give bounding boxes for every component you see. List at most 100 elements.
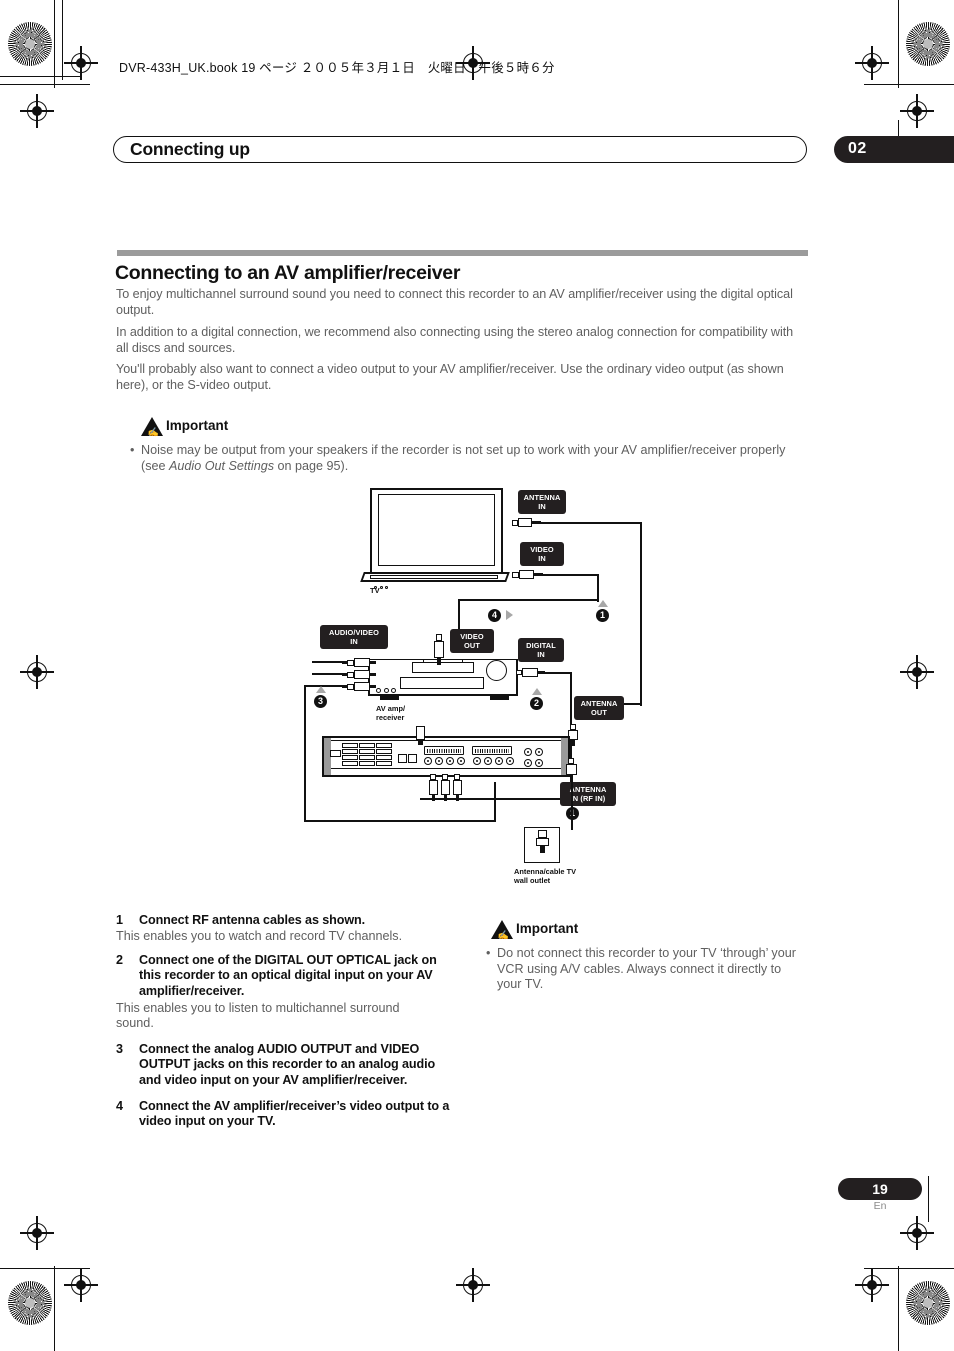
recorder-rca-1 [424, 757, 432, 765]
registration-starburst-top-right [906, 22, 950, 66]
cable-antenna-tv-vert [639, 521, 642, 706]
recorder-rca-5 [473, 757, 481, 765]
connection-diagram: TV ANTENNA IN VIDEO IN 4 1 AUDIO/VIDEO I… [290, 482, 680, 892]
step-4-title: Connect the AV amplifier/receiver’s vide… [139, 1099, 450, 1129]
important-text-top-suffix: on page 95). [274, 458, 349, 473]
registration-mark-low-left [20, 1216, 54, 1250]
crop-mark-tl-v2 [62, 0, 64, 80]
label-audio-video-in: AUDIO/VIDEO IN [320, 625, 388, 650]
cable-av-bundle-bottom [304, 820, 496, 823]
step-2-title: Connect one of the DIGITAL OUT OPTICAL j… [139, 953, 437, 998]
step-1-desc: This enables you to watch and record TV … [116, 929, 403, 943]
step-2-desc: This enables you to listen to multichann… [116, 1001, 400, 1031]
section-rule [117, 250, 808, 256]
step-3-title: Connect the analog AUDIO OUTPUT and VIDE… [139, 1042, 436, 1087]
important-text-bottom: Do not connect this recorder to your TV … [497, 946, 796, 992]
av-amplifier-label: AV amp/ receiver [376, 704, 405, 722]
important-text-top-italic: Audio Out Settings [169, 458, 275, 473]
wall-outlet-label-line2: wall outlet [514, 876, 551, 886]
chapter-title: Connecting up [130, 139, 250, 159]
av-amplifier-foot-left [380, 696, 399, 700]
recorder-aux-jacks [398, 754, 418, 764]
label-video-out: VIDEO OUT [450, 629, 494, 654]
cable-video-tv-run [458, 599, 599, 602]
intro-paragraph-1: To enjoy multichannel surround sound you… [116, 287, 793, 317]
registration-mark-mid-left [20, 94, 54, 128]
recorder-rca-6 [484, 757, 492, 765]
callout-3-arrow [316, 686, 326, 693]
crop-mark-tl-h2 [0, 76, 82, 78]
cable-video-tv-vert [596, 573, 599, 602]
wall-outlet-label-line1: Antenna/cable TV [514, 867, 577, 876]
page-number: 19 [872, 1180, 888, 1197]
callout-1-top-arrow [598, 600, 608, 607]
page-title: Connecting to an AV amplifier/receiver [115, 262, 461, 284]
registration-starburst-bottom-left [8, 1281, 52, 1325]
important-bullet-dot-bottom: • [486, 946, 491, 960]
step-1-number: 1 [116, 913, 124, 927]
step-2-number: 2 [116, 953, 124, 967]
cable-optical-h [540, 671, 572, 674]
registration-mark-center-right [900, 655, 934, 689]
scart-connector-2 [472, 746, 512, 755]
recorder-vent-grille [342, 743, 394, 766]
registration-mark-mid-right [900, 94, 934, 128]
registration-starburst-top-left [8, 22, 52, 66]
cable-av-bundle-h2 [312, 673, 344, 676]
recorder-rca-2 [435, 757, 443, 765]
tv-screen [378, 494, 495, 566]
chapter-number-tab: 02 [834, 136, 954, 163]
step-3-number: 3 [116, 1042, 124, 1056]
important-heading-top: Important [166, 418, 229, 433]
recorder-rca-8 [506, 757, 514, 765]
av-amplifier-display [412, 662, 474, 673]
crop-mark-br-h [864, 1268, 954, 1270]
intro-paragraph-2: In addition to a digital connection, we … [116, 325, 794, 355]
crop-mark-tr-v [898, 0, 900, 88]
callout-4: 4 [488, 609, 501, 622]
label-antenna-out: ANTENNA OUT [574, 696, 624, 721]
tv-label: TV [370, 586, 380, 595]
chapter-number-label: 02 [848, 140, 867, 157]
manual-page: DVR-433H_UK.book 19 ページ ２００５年３月１日 火曜日 午後… [0, 0, 954, 1351]
book-file-line: DVR-433H_UK.book 19 ページ ２００５年３月１日 火曜日 午後… [119, 61, 555, 75]
intro-paragraph-3: You'll probably also want to connect a v… [116, 362, 784, 392]
warning-hand-glyph-bottom: ✍ [497, 930, 509, 940]
cable-av-bundle-vert [304, 685, 307, 822]
tv-indicator-leds [374, 576, 396, 589]
cable-video-tv-horiz [541, 573, 599, 576]
recorder-rca-9 [524, 748, 532, 756]
callout-2: 2 [530, 697, 543, 710]
wall-outlet-label: Antenna/cable TV wall outlet [514, 867, 634, 886]
recorder-rca-4 [457, 757, 465, 765]
registration-mark-bottom-left [64, 1268, 98, 1302]
av-amplifier-label-line2: receiver [376, 713, 405, 722]
crop-mark-tl-v [54, 0, 56, 88]
cable-av-bundle-up [494, 782, 497, 822]
step-1-title: Connect RF antenna cables as shown. [139, 913, 366, 927]
cable-antenna-tv [539, 521, 642, 524]
important-heading-bottom: Important [516, 921, 579, 936]
recorder-rca-11 [524, 759, 532, 767]
page-number-pill: 19 [838, 1178, 922, 1200]
footer-rule [928, 1176, 930, 1222]
cable-antenna-wall [570, 782, 573, 830]
crop-mark-bl-h [0, 1268, 90, 1270]
cable-av-bundle-h1 [312, 661, 344, 664]
crop-mark-tr-h [864, 84, 954, 86]
registration-mark-bottom-center [456, 1268, 490, 1302]
page-language-code: En [873, 1200, 887, 1212]
crop-mark-bl-v [54, 1266, 56, 1351]
registration-mark-top-right [855, 46, 889, 80]
scart-connector-1 [424, 746, 464, 755]
important-bullet-dot-top: • [130, 443, 135, 457]
av-amplifier-panel-strip [400, 677, 484, 689]
av-amplifier-foot-right [490, 696, 509, 700]
registration-mark-top-left [64, 46, 98, 80]
important-text-top: Noise may be output from your speakers i… [141, 443, 811, 474]
recorder-rca-7 [495, 757, 503, 765]
registration-mark-bottom-right [855, 1268, 889, 1302]
step-4-number: 4 [116, 1099, 124, 1113]
label-antenna-in: ANTENNA IN [518, 490, 566, 515]
callout-3: 3 [314, 695, 327, 708]
